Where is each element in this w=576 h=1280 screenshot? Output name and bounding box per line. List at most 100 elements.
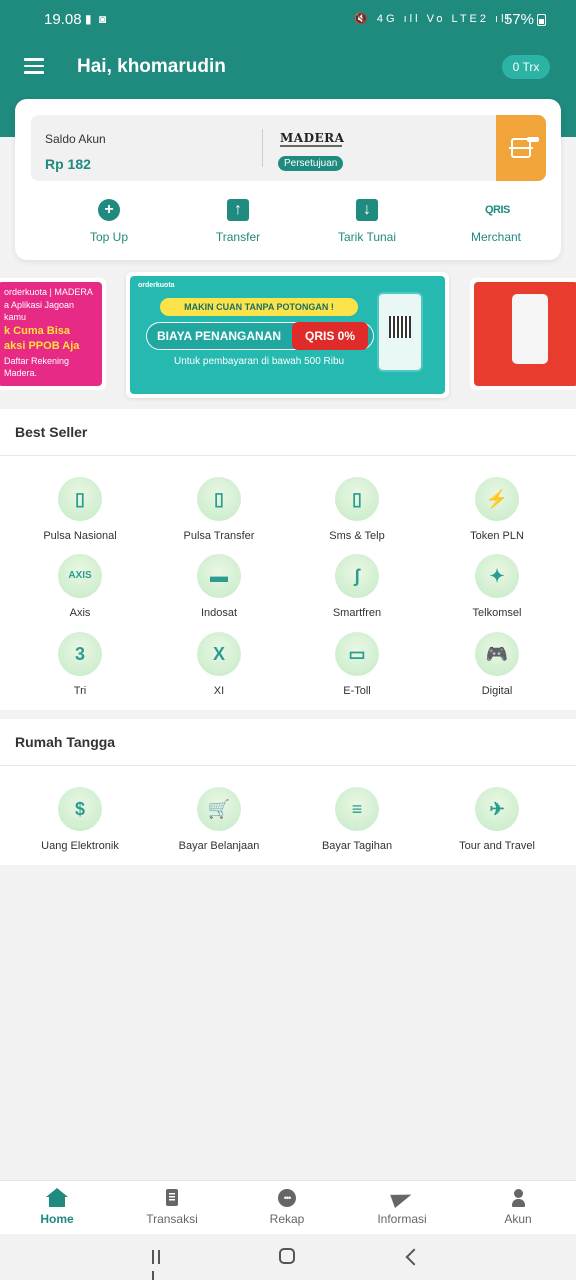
back-icon[interactable] <box>405 1248 423 1266</box>
phone-illustration <box>474 282 576 386</box>
nav-label: Akun <box>504 1212 532 1226</box>
product-label: XI <box>213 685 225 697</box>
nav-label: Home <box>40 1212 74 1226</box>
product-label: Pulsa Transfer <box>183 530 255 542</box>
gamepad-icon: 🎮 <box>475 632 519 676</box>
promo-banner-right[interactable] <box>470 278 576 390</box>
product-token-pln[interactable]: ⚡ Token PLN <box>442 477 552 542</box>
product-bayar-tagihan[interactable]: ≡ Bayar Tagihan <box>302 787 412 852</box>
system-navigation-bar <box>0 1234 576 1280</box>
saldo-label: Saldo Akun <box>45 132 106 146</box>
telkomsel-logo-icon: ✦ <box>475 554 519 598</box>
product-label: Indosat <box>200 607 238 619</box>
persetujuan-badge[interactable]: Persetujuan <box>278 156 344 171</box>
promo-banner-left[interactable]: orderkuota | MADERA a Aplikasi Jagoan ka… <box>0 278 106 390</box>
shopping-cart-icon: 🛒 <box>197 787 241 831</box>
product-pulsa-nasional[interactable]: ▯ Pulsa Nasional <box>25 477 135 542</box>
product-e-toll[interactable]: ▭ E-Toll <box>302 632 412 697</box>
banner-headline: MAKIN CUAN TANPA POTONGAN ! <box>160 298 358 316</box>
banner-brand: orderkuota | MADERA <box>4 287 93 297</box>
top-up-button[interactable]: + Top Up <box>54 199 164 244</box>
nav-akun[interactable]: Akun <box>463 1189 573 1226</box>
arrow-up-icon: ↑ <box>227 199 249 221</box>
nav-rekap[interactable]: Rekap <box>232 1189 342 1226</box>
product-label: Tour and Travel <box>459 840 535 852</box>
nav-home[interactable]: Home <box>2 1188 112 1226</box>
lightning-icon: ⚡ <box>475 477 519 521</box>
trx-count-badge[interactable]: 0 Trx <box>502 55 550 79</box>
tarik-tunai-button[interactable]: ↓ Tarik Tunai <box>312 199 422 244</box>
document-icon <box>162 1189 182 1207</box>
product-label: Token PLN <box>470 530 524 542</box>
hamburger-menu-icon[interactable] <box>24 58 44 74</box>
nav-label: Informasi <box>377 1212 427 1226</box>
nav-informasi[interactable]: Informasi <box>347 1188 457 1226</box>
nav-label: Rekap <box>269 1212 305 1226</box>
product-label: Bayar Tagihan <box>321 840 393 852</box>
product-sms-telp[interactable]: ▯ Sms & Telp <box>302 477 412 542</box>
axis-logo-icon: AXIS <box>58 554 102 598</box>
greeting-title: Hai, khomarudin <box>77 56 226 77</box>
product-axis[interactable]: AXIS Axis <box>25 554 135 619</box>
product-label: Sms & Telp <box>329 530 385 542</box>
promo-banner-main[interactable]: orderkuota MAKIN CUAN TANPA POTONGAN ! B… <box>126 272 449 398</box>
product-xl[interactable]: X XI <box>164 632 274 697</box>
product-label: Axis <box>69 607 91 619</box>
product-label: Tri <box>73 685 87 697</box>
user-icon <box>508 1189 528 1207</box>
product-telkomsel[interactable]: ✦ Telkomsel <box>442 554 552 619</box>
wallet-card: Saldo Akun Rp 182 MADERA Persetujuan + T… <box>15 99 561 260</box>
signal-icons: 🔇 4G ıll Vo LTE2 ıll <box>354 13 512 25</box>
arrow-down-icon: ↓ <box>356 199 378 221</box>
product-label: Pulsa Nasional <box>43 530 117 542</box>
battery-level: 57% <box>503 11 534 28</box>
section-title: Rumah Tangga <box>0 719 576 766</box>
qr-scan-button[interactable] <box>496 115 546 181</box>
product-pulsa-transfer[interactable]: ▯ Pulsa Transfer <box>164 477 274 542</box>
transfer-button[interactable]: ↑ Transfer <box>183 199 293 244</box>
balance-box[interactable]: Saldo Akun Rp 182 MADERA Persetujuan <box>31 115 546 181</box>
battery-icon <box>537 14 546 26</box>
action-label: Tarik Tunai <box>337 230 397 244</box>
status-bar: 19.08 ▮ ◙ 🔇 4G ıll Vo LTE2 ıll 57% <box>0 0 576 38</box>
phone-illustration <box>377 292 423 372</box>
promo-carousel[interactable]: orderkuota | MADERA a Aplikasi Jagoan ka… <box>0 268 576 403</box>
nav-label: Transaksi <box>146 1212 198 1226</box>
indosat-logo-icon: ▬ <box>197 554 241 598</box>
bottom-navigation: Home Transaksi Rekap Informasi Akun <box>0 1180 576 1234</box>
app-header: Hai, khomarudin 0 Trx <box>0 38 576 98</box>
smartfren-logo-icon: ʃ <box>335 554 379 598</box>
banner-line: aksi PPOB Aja <box>4 340 80 353</box>
product-digital[interactable]: 🎮 Digital <box>442 632 552 697</box>
product-indosat[interactable]: ▬ Indosat <box>164 554 274 619</box>
notification-icons: ▮ ◙ <box>85 12 109 26</box>
product-label: E-Toll <box>343 685 371 697</box>
qris-zero-badge: QRIS 0% <box>292 322 368 350</box>
action-label: Transfer <box>215 230 261 244</box>
recent-apps-icon[interactable] <box>152 1248 168 1280</box>
home-icon <box>46 1188 68 1207</box>
product-bayar-belanjaan[interactable]: 🛒 Bayar Belanjaan <box>164 787 274 852</box>
tri-logo-icon: 3 <box>58 632 102 676</box>
product-smartfren[interactable]: ʃ Smartfren <box>302 554 412 619</box>
product-label: Bayar Belanjaan <box>178 840 260 852</box>
phone-icon: ▯ <box>58 477 102 521</box>
banner-line: a Aplikasi Jagoan kamu <box>4 299 75 323</box>
home-button-icon[interactable] <box>279 1248 295 1264</box>
product-label: Uang Elektronik <box>41 840 119 852</box>
merchant-button[interactable]: QRIS Merchant <box>441 199 551 244</box>
product-tri[interactable]: 3 Tri <box>25 632 135 697</box>
nav-transaksi[interactable]: Transaksi <box>117 1189 227 1226</box>
qris-badge-icon <box>527 137 539 142</box>
banner-brand: orderkuota <box>138 282 175 289</box>
phone-transfer-icon: ▯ <box>197 477 241 521</box>
bill-icon: ≡ <box>335 787 379 831</box>
product-uang-elektronik[interactable]: $ Uang Elektronik <box>25 787 135 852</box>
xl-logo-icon: X <box>197 632 241 676</box>
product-tour-travel[interactable]: ✈ Tour and Travel <box>442 787 552 852</box>
status-time: 19.08 <box>44 11 82 28</box>
banner-line: Daftar Rekening Madera. <box>4 355 70 379</box>
send-icon <box>390 1188 414 1208</box>
card-icon: ▭ <box>335 632 379 676</box>
product-label: Telkomsel <box>472 607 522 619</box>
